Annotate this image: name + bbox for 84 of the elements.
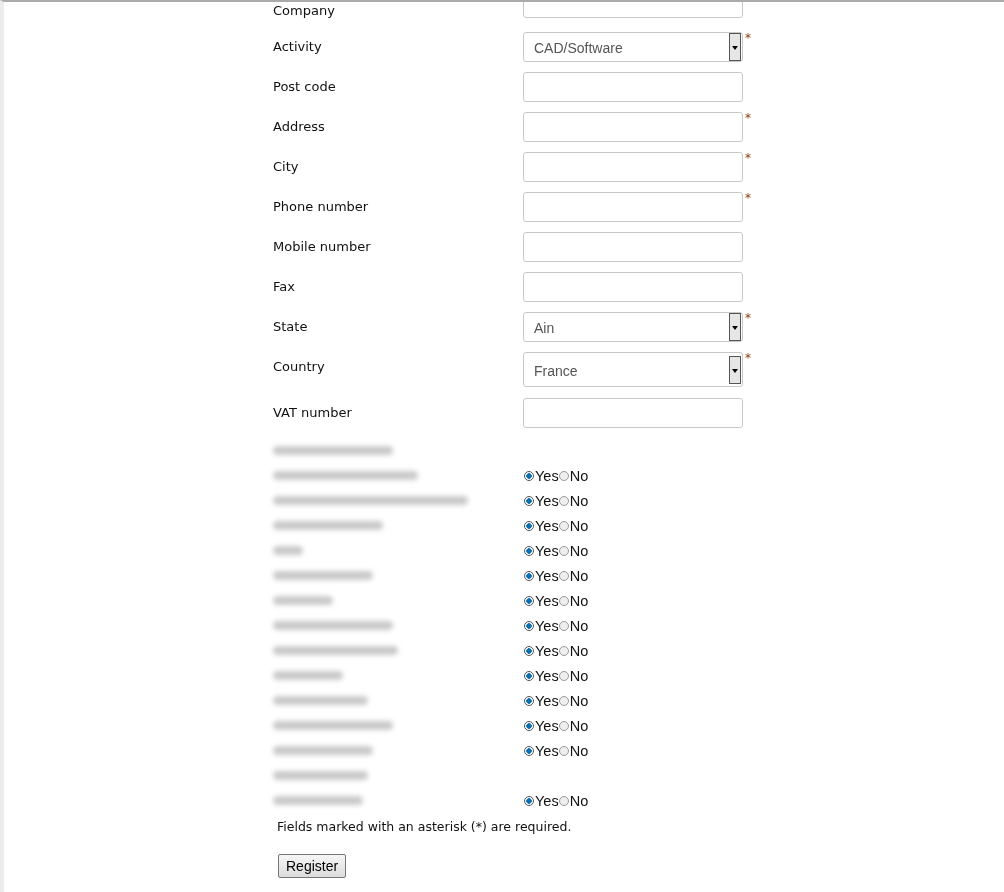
input-field[interactable] [523, 152, 743, 182]
radio-label: No [569, 792, 589, 809]
input-field[interactable] [523, 272, 743, 302]
radio-button[interactable] [558, 695, 569, 706]
radio-label: No [569, 467, 589, 484]
input-field[interactable] [523, 398, 743, 428]
field-label: Activity [273, 38, 323, 54]
radio-button[interactable] [558, 620, 569, 631]
field-label: Phone number [273, 198, 370, 214]
radio-label: Yes [535, 692, 559, 709]
radio-button[interactable] [524, 795, 534, 806]
radio-button[interactable] [524, 470, 534, 481]
radio-label: No [569, 642, 589, 659]
dropdown[interactable]: CAD/Software [523, 32, 743, 62]
field-label: State [273, 318, 309, 334]
radio-button[interactable] [524, 495, 534, 506]
radio-label: Yes [535, 492, 559, 509]
dropdown[interactable]: Ain [523, 312, 743, 342]
radio-button[interactable] [524, 745, 534, 756]
input-field[interactable] [523, 72, 743, 102]
register-button[interactable]: Register [278, 854, 347, 878]
radio-label: No [569, 492, 589, 509]
blurred-text [273, 546, 303, 555]
radio-button[interactable] [524, 545, 534, 556]
field-label: Post code [273, 78, 337, 94]
radio-label: No [569, 617, 589, 634]
radio-label: No [569, 567, 589, 584]
radio-button[interactable] [558, 470, 569, 481]
radio-button[interactable] [558, 795, 569, 806]
radio-label: Yes [535, 792, 559, 809]
required-note: Fields marked with an asterisk (*) are required. [277, 819, 573, 834]
radio-label: Yes [535, 592, 559, 609]
radio-label: Yes [535, 717, 559, 734]
dropdown[interactable]: France [523, 352, 743, 387]
radio-label: No [569, 667, 589, 684]
radio-button[interactable] [558, 520, 569, 531]
field-label: Address [273, 118, 326, 134]
radio-label: Yes [535, 467, 559, 484]
radio-button[interactable] [558, 495, 569, 506]
radio-label: No [569, 742, 589, 759]
field-label: VAT number [273, 404, 353, 420]
radio-button[interactable] [524, 620, 534, 631]
blurred-text [273, 671, 343, 680]
required-asterisk: * [745, 152, 751, 164]
required-asterisk: * [745, 192, 751, 204]
radio-button[interactable] [558, 720, 569, 731]
radio-label: Yes [535, 542, 559, 559]
radio-button[interactable] [558, 670, 569, 681]
radio-button[interactable] [524, 520, 534, 531]
blurred-text [273, 596, 333, 605]
radio-label: No [569, 542, 589, 559]
radio-label: Yes [535, 617, 559, 634]
radio-label: Yes [535, 567, 559, 584]
radio-label: No [569, 592, 589, 609]
radio-label: Yes [535, 667, 559, 684]
field-label: Mobile number [273, 238, 372, 254]
radio-label: No [569, 692, 589, 709]
radio-button[interactable] [558, 745, 569, 756]
required-asterisk: * [745, 112, 751, 124]
radio-button[interactable] [558, 595, 569, 606]
field-label: Country [273, 358, 326, 374]
radio-button[interactable] [558, 545, 569, 556]
radio-button[interactable] [524, 645, 534, 656]
required-asterisk: * [745, 312, 751, 324]
radio-button[interactable] [524, 695, 534, 706]
radio-button[interactable] [558, 570, 569, 581]
radio-label: No [569, 717, 589, 734]
radio-label: No [569, 517, 589, 534]
field-label: City [273, 158, 300, 174]
radio-label: Yes [535, 517, 559, 534]
field-label: Fax [273, 278, 296, 294]
radio-label: Yes [535, 642, 559, 659]
input-field[interactable] [523, 112, 743, 142]
field-label: Company [273, 2, 336, 18]
required-asterisk: * [745, 352, 751, 364]
radio-button[interactable] [524, 570, 534, 581]
input-field[interactable] [523, 192, 743, 222]
radio-button[interactable] [558, 645, 569, 656]
radio-button[interactable] [524, 670, 534, 681]
radio-label: Yes [535, 742, 559, 759]
input-field[interactable] [523, 232, 743, 262]
required-asterisk: * [745, 32, 751, 44]
radio-button[interactable] [524, 595, 534, 606]
radio-button[interactable] [524, 720, 534, 731]
